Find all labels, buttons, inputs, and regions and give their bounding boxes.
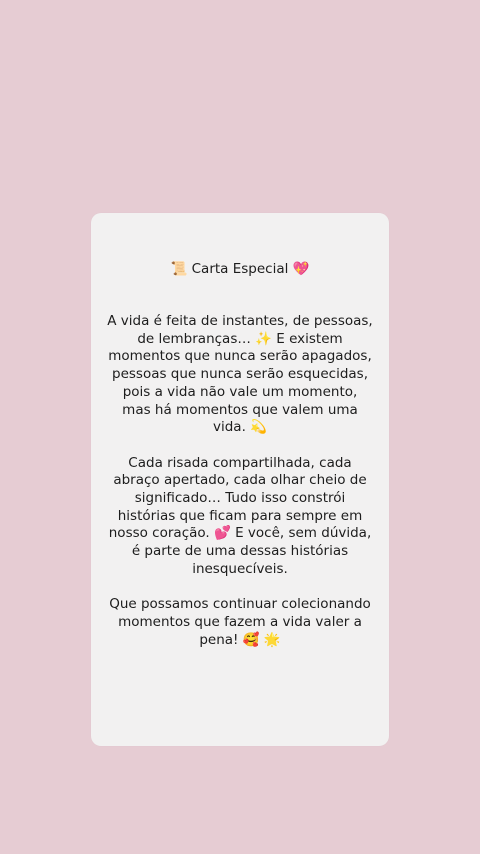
- letter-card: 📜 Carta Especial 💖 A vida é feita de ins…: [91, 213, 389, 746]
- paragraph-1: A vida é feita de instantes, de pessoas,…: [107, 313, 373, 436]
- card-body: A vida é feita de instantes, de pessoas,…: [107, 313, 373, 649]
- paragraph-3: Que possamos continuar colecionando mome…: [109, 596, 371, 648]
- paragraph-2: Cada risada compartilhada, cada abraço a…: [108, 454, 372, 577]
- story-screen: { "card": { "title": "📜 Carta Especial 💖…: [0, 0, 480, 854]
- card-title: 📜 Carta Especial 💖: [170, 261, 310, 277]
